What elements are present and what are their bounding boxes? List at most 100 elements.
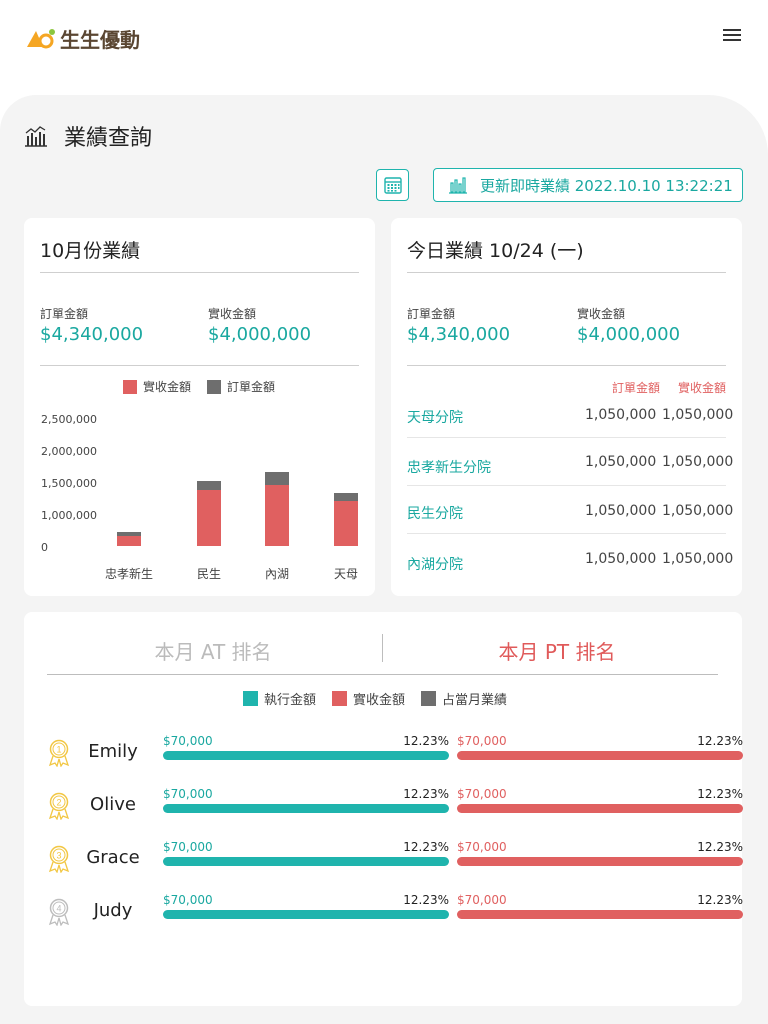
ranking-row[interactable]: 2 Olive $70,000 12.23% $70,000 12.23%: [48, 787, 743, 827]
received-amount: $70,000: [457, 840, 507, 854]
received-bar-group: $70,000 12.23%: [457, 840, 743, 870]
exec-bar-group: $70,000 12.23%: [163, 840, 449, 870]
hamburger-menu-icon[interactable]: [720, 26, 744, 46]
svg-text:4: 4: [56, 904, 61, 914]
staff-name: Emily: [88, 741, 138, 762]
tab-divider: [382, 634, 383, 662]
branch-order-value: 1,050,000: [585, 407, 657, 423]
logo[interactable]: 生生優動: [24, 24, 140, 53]
exec-percent: 12.23%: [403, 787, 449, 801]
y-axis-tick-label: 0: [41, 541, 48, 554]
legend-item-exec: 執行金額: [243, 689, 316, 708]
y-axis-tick-label: 2,500,000: [41, 413, 97, 426]
branch-name[interactable]: 內湖分院: [407, 554, 463, 574]
exec-bar-group: $70,000 12.23%: [163, 893, 449, 923]
y-axis-tick-label: 1,500,000: [41, 477, 97, 490]
staff-name: Judy: [93, 900, 133, 921]
received-amount: $70,000: [457, 787, 507, 801]
update-realtime-button[interactable]: 更新即時業績 2022.10.10 13:22:21: [433, 168, 743, 202]
x-axis-category-label: 忠孝新生: [104, 567, 153, 581]
order-amount-value: $4,340,000: [40, 324, 144, 345]
branch-order-value: 1,050,000: [585, 503, 657, 519]
branch-row[interactable]: 民生分院 1,050,000 1,050,000: [407, 486, 733, 534]
chart-analytics-icon: [25, 126, 47, 147]
svg-text:3: 3: [56, 851, 61, 861]
month-card-title: 10月份業績: [40, 240, 141, 262]
top-bar: 生生優動: [0, 0, 768, 80]
rank-medal-icon: 2: [48, 792, 70, 820]
legend-item-share: 占當月業績: [421, 689, 507, 708]
received-bar: [457, 910, 743, 919]
legend-item-received: 實收金額: [123, 378, 191, 395]
legend-label: 執行金額: [264, 693, 317, 708]
exec-bar-group: $70,000 12.23%: [163, 734, 449, 764]
bar-order[interactable]: [265, 471, 289, 485]
bar-received[interactable]: [117, 536, 141, 546]
branch-received-value: 1,050,000: [662, 454, 734, 470]
refresh-chart-icon: [449, 177, 467, 194]
branch-received-value: 1,050,000: [662, 407, 734, 423]
ranking-card: 本月 AT 排名 本月 PT 排名 執行金額 實收金額 占當月業績 1 Emily…: [24, 612, 743, 1006]
exec-percent: 12.23%: [403, 840, 449, 854]
exec-amount: $70,000: [163, 787, 213, 801]
received-percent: 12.23%: [697, 840, 743, 854]
legend-label: 占當月業績: [442, 693, 508, 708]
x-axis-category-label: 天母: [333, 567, 358, 581]
exec-bar: [163, 857, 449, 866]
tab-at-ranking[interactable]: 本月 AT 排名: [53, 636, 373, 665]
ranking-row[interactable]: 4 Judy $70,000 12.23% $70,000 12.23%: [48, 893, 743, 933]
legend-item-received: 實收金額: [332, 689, 405, 708]
chart-legend: 實收金額 訂單金額: [123, 378, 291, 395]
ranking-tabs: 本月 AT 排名 本月 PT 排名: [47, 632, 718, 675]
branch-row[interactable]: 內湖分院 1,050,000 1,050,000: [407, 534, 733, 582]
brand-name: 生生優動: [60, 28, 140, 52]
update-button-label: 更新即時業績 2022.10.10 13:22:21: [480, 176, 733, 195]
bar-order[interactable]: [197, 480, 221, 491]
order-amount-value: $4,340,000: [407, 324, 511, 345]
monthly-performance-card: 10月份業績 訂單金額 $4,340,000 實收金額 $4,000,000 實…: [24, 218, 375, 596]
legend-label: 實收金額: [143, 380, 192, 394]
calendar-button[interactable]: [376, 169, 409, 201]
received-amount-value: $4,000,000: [577, 324, 681, 345]
branch-name[interactable]: 民生分院: [407, 503, 463, 523]
x-axis-category-label: 內湖: [264, 567, 289, 581]
received-amount-label: 實收金額: [577, 307, 626, 321]
received-bar-group: $70,000 12.23%: [457, 893, 743, 923]
received-percent: 12.23%: [697, 787, 743, 801]
branch-order-value: 1,050,000: [585, 454, 657, 470]
bar-received[interactable]: [334, 500, 358, 546]
ranking-row[interactable]: 1 Emily $70,000 12.23% $70,000 12.23%: [48, 734, 743, 774]
page-title-text: 業績查詢: [64, 126, 153, 151]
received-bar: [457, 751, 743, 760]
tab-pt-ranking[interactable]: 本月 PT 排名: [397, 636, 717, 665]
branch-name[interactable]: 忠孝新生分院: [407, 457, 491, 477]
legend-swatch: [207, 379, 222, 394]
exec-amount: $70,000: [163, 734, 213, 748]
bar-received[interactable]: [265, 484, 289, 546]
branch-name[interactable]: 天母分院: [407, 407, 463, 427]
divider: [40, 272, 359, 273]
page-title: 業績查詢: [24, 120, 152, 152]
rank-medal-icon: 4: [48, 898, 70, 926]
bar-order[interactable]: [334, 492, 358, 501]
rank-medal-icon: 3: [48, 845, 70, 873]
ranking-row[interactable]: 3 Grace $70,000 12.23% $70,000 12.23%: [48, 840, 743, 880]
divider: [407, 365, 726, 366]
logo-icon: [27, 28, 55, 48]
x-axis-category-label: 民生: [196, 567, 221, 581]
received-percent: 12.23%: [697, 734, 743, 748]
today-performance-card: 今日業績 10/24 (一) 訂單金額 $4,340,000 實收金額 $4,0…: [391, 218, 742, 596]
branch-order-value: 1,050,000: [585, 551, 657, 567]
bar-received[interactable]: [197, 490, 221, 546]
branch-row[interactable]: 天母分院 1,050,000 1,050,000: [407, 390, 733, 438]
today-card-title: 今日業績 10/24 (一): [407, 240, 584, 262]
exec-bar: [163, 804, 449, 813]
bar-order[interactable]: [117, 532, 141, 537]
legend-swatch: [243, 691, 258, 706]
branch-row[interactable]: 忠孝新生分院 1,050,000 1,050,000: [407, 438, 733, 486]
exec-percent: 12.23%: [403, 734, 449, 748]
exec-bar-group: $70,000 12.23%: [163, 787, 449, 817]
y-axis-tick-label: 1,000,000: [41, 509, 97, 522]
rank-medal-icon: 1: [48, 739, 70, 767]
received-bar: [457, 804, 743, 813]
